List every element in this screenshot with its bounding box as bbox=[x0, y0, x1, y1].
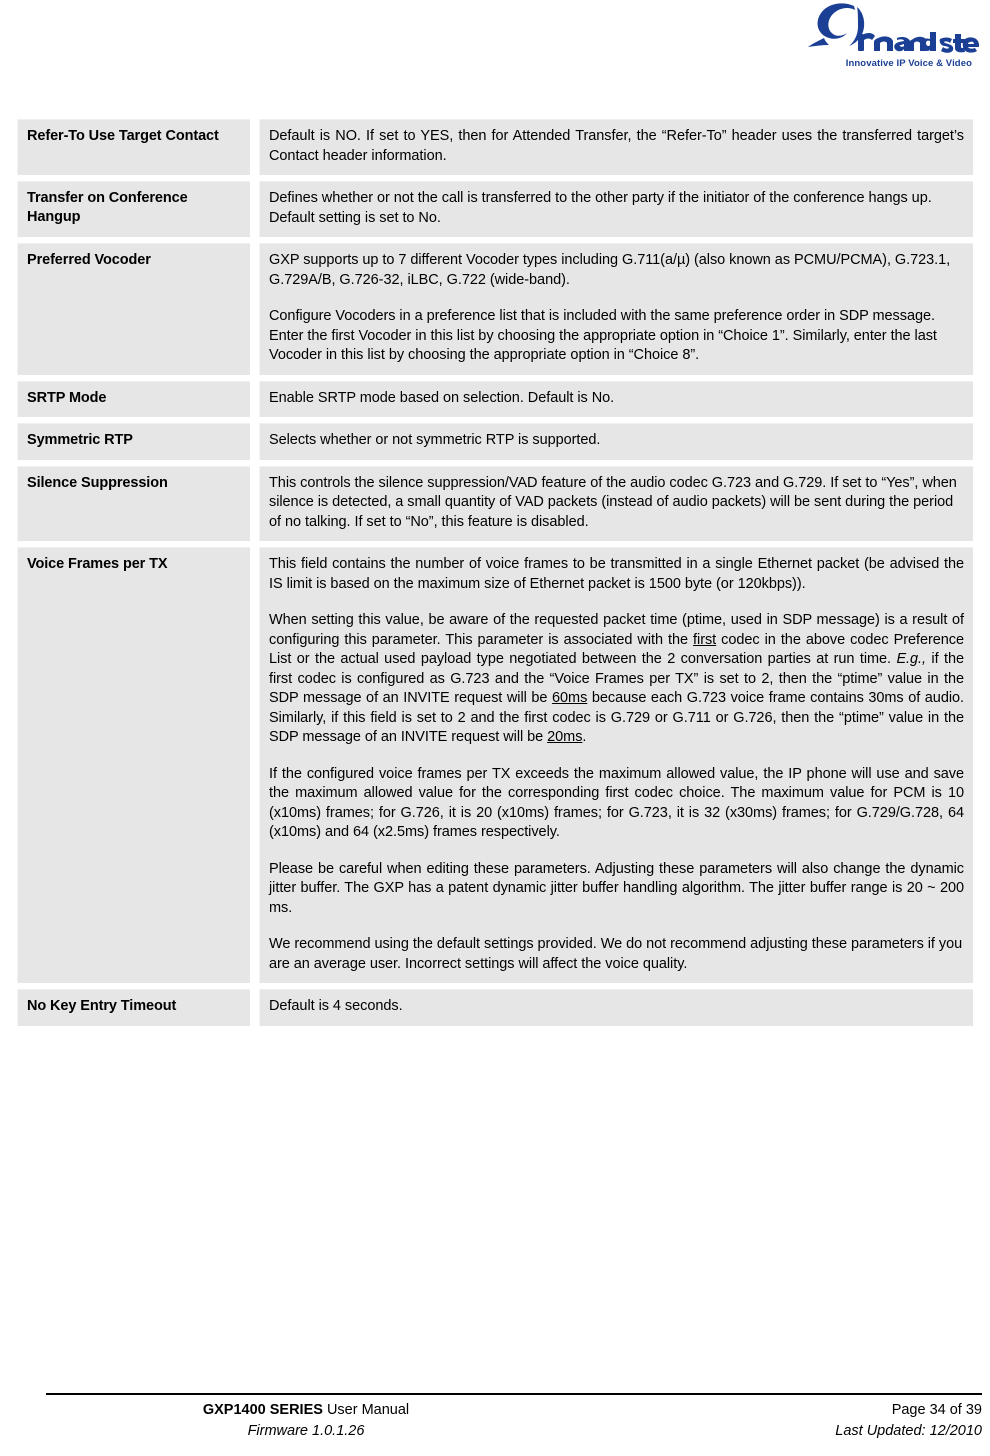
setting-description-cell: This controls the silence suppression/VA… bbox=[259, 465, 973, 541]
description-paragraph: When setting this value, be aware of the… bbox=[269, 611, 964, 748]
text-run: This controls the silence suppression/VA… bbox=[269, 474, 957, 530]
page-header: Innovative IP Voice & Video bbox=[0, 0, 990, 104]
setting-name-cell: Voice Frames per TX bbox=[17, 547, 250, 983]
setting-description-cell: Selects whether or not symmetric RTP is … bbox=[259, 423, 973, 460]
settings-description-table: Refer-To Use Target Contact Default is NO… bbox=[8, 113, 982, 1032]
setting-description-cell: Default is NO. If set to YES, then for A… bbox=[259, 119, 973, 175]
description-paragraph: This controls the silence suppression/VA… bbox=[269, 474, 964, 533]
description-paragraph: Defines whether or not the call is trans… bbox=[269, 189, 964, 209]
table-row: No Key Entry Timeout Default is 4 seconds… bbox=[17, 989, 973, 1026]
table-row: Silence Suppression This controls the sil… bbox=[17, 465, 973, 541]
table-row: Symmetric RTP Selects whether or not symm… bbox=[17, 423, 973, 460]
logo-tagline: Innovative IP Voice & Video bbox=[845, 58, 972, 69]
footer-page-number: Page 34 of 39 bbox=[891, 1401, 982, 1418]
table-row: Voice Frames per TX This field contains t… bbox=[17, 547, 973, 983]
footer-manual-title: GXP1400 SERIES User Manual bbox=[46, 1400, 566, 1421]
text-run: If the configured voice frames per TX ex… bbox=[269, 765, 964, 841]
footer-manual-suffix: User Manual bbox=[322, 1401, 410, 1418]
table-body: Refer-To Use Target Contact Default is NO… bbox=[17, 119, 973, 1026]
grandstream-logo-icon bbox=[808, 3, 979, 53]
description-paragraph: Default setting is set to No. bbox=[269, 209, 964, 229]
footer-firmware-version: Firmware 1.0.1.26 bbox=[247, 1422, 365, 1439]
table-row: Refer-To Use Target Contact Default is NO… bbox=[17, 119, 973, 175]
text-run: Default is NO. If set to YES, then for A… bbox=[269, 128, 964, 164]
text-run: We recommend using the default settings … bbox=[269, 936, 963, 972]
setting-name-cell: Symmetric RTP bbox=[17, 423, 250, 460]
text-run: Default is 4 seconds. bbox=[269, 998, 403, 1014]
footer-manual-model: GXP1400 SERIES bbox=[202, 1401, 323, 1418]
underlined-text: first bbox=[693, 631, 717, 648]
description-paragraph: This field contains the number of voice … bbox=[269, 555, 964, 594]
page-footer: GXP1400 SERIES User Manual Firmware 1.0.… bbox=[46, 1392, 982, 1442]
underlined-text: 60ms bbox=[552, 690, 588, 706]
setting-description-cell: Enable SRTP mode based on selection. Def… bbox=[259, 380, 973, 417]
setting-name-cell: Refer-To Use Target Contact bbox=[17, 119, 250, 175]
underlined-text: 20ms bbox=[547, 729, 583, 745]
italic-text: E.g., bbox=[896, 651, 927, 667]
setting-name-cell: SRTP Mode bbox=[17, 380, 250, 417]
description-paragraph: Selects whether or not symmetric RTP is … bbox=[269, 431, 964, 451]
description-paragraph: Enable SRTP mode based on selection. Def… bbox=[269, 389, 964, 409]
grandstream-logo: Innovative IP Voice & Video bbox=[802, 2, 982, 76]
description-paragraph: Please be careful when editing these par… bbox=[269, 860, 964, 919]
setting-name-cell: Transfer on Conference Hangup bbox=[17, 181, 250, 237]
footer-manual-info: GXP1400 SERIES User Manual Firmware 1.0.… bbox=[46, 1400, 566, 1442]
text-run: Defines whether or not the call is trans… bbox=[269, 190, 932, 206]
description-paragraph: Configure Vocoders in a preference list … bbox=[269, 307, 964, 366]
text-run: Selects whether or not symmetric RTP is … bbox=[269, 432, 601, 448]
description-paragraph: Default is 4 seconds. bbox=[269, 997, 964, 1017]
text-run: This field contains the number of voice … bbox=[269, 556, 964, 592]
text-run: Enable SRTP mode based on selection. Def… bbox=[269, 389, 615, 406]
setting-name-cell: No Key Entry Timeout bbox=[17, 989, 250, 1026]
setting-description-cell: This field contains the number of voice … bbox=[259, 547, 973, 983]
text-run: Default setting is set to No. bbox=[269, 209, 441, 226]
description-paragraph: We recommend using the default settings … bbox=[269, 935, 964, 974]
description-paragraph: GXP supports up to 7 different Vocoder t… bbox=[269, 251, 964, 290]
setting-name-cell: Preferred Vocoder bbox=[17, 243, 250, 375]
text-run: Configure Vocoders in a preference list … bbox=[269, 308, 937, 363]
setting-description-cell: Defines whether or not the call is trans… bbox=[259, 181, 973, 237]
text-run: Please be careful when editing these par… bbox=[269, 860, 964, 916]
table-row: Preferred Vocoder GXP supports up to 7 di… bbox=[17, 243, 973, 375]
table-row: SRTP Mode Enable SRTP mode based on selec… bbox=[17, 380, 973, 417]
footer-page-info: Page 34 of 39 Last Updated: 12/2010 bbox=[682, 1400, 982, 1442]
text-run: GXP supports up to 7 different Vocoder t… bbox=[269, 252, 951, 288]
setting-description-cell: GXP supports up to 7 different Vocoder t… bbox=[259, 243, 973, 375]
setting-name-cell: Silence Suppression bbox=[17, 465, 250, 541]
footer-last-updated: Last Updated: 12/2010 bbox=[835, 1422, 982, 1439]
description-paragraph: Default is NO. If set to YES, then for A… bbox=[269, 127, 964, 166]
setting-description-cell: Default is 4 seconds. bbox=[259, 989, 973, 1026]
description-paragraph: If the configured voice frames per TX ex… bbox=[269, 765, 964, 843]
table-row: Transfer on Conference Hangup Defines whe… bbox=[17, 181, 973, 237]
text-run: . bbox=[582, 729, 587, 745]
